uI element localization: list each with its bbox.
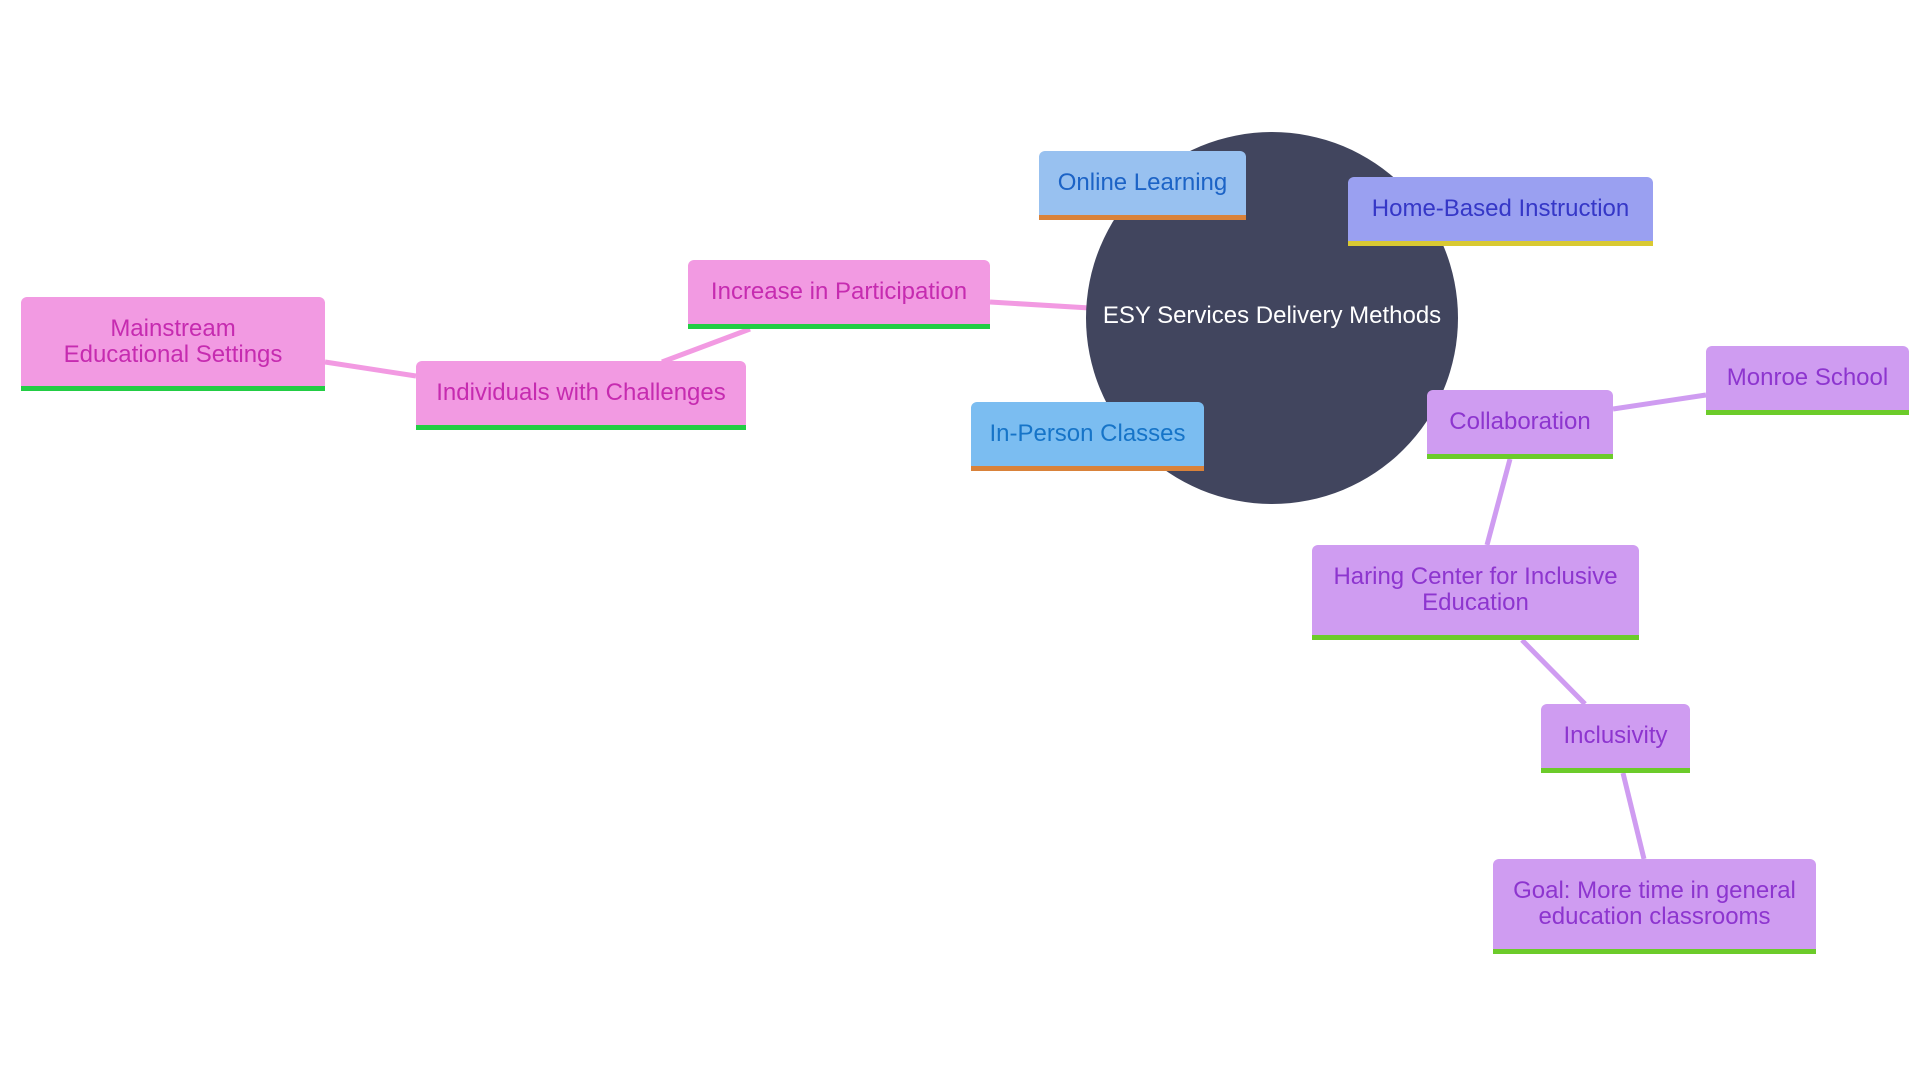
node-mainstream-educational-settings[interactable]: Mainstream Educational Settings xyxy=(21,297,325,391)
node-home-based-instruction[interactable]: Home-Based Instruction xyxy=(1348,177,1653,246)
node-label: Collaboration xyxy=(1449,408,1591,435)
node-inclusivity[interactable]: Inclusivity xyxy=(1541,704,1690,773)
node-monroe-school[interactable]: Monroe School xyxy=(1706,346,1909,415)
edge-individuals-mainstream xyxy=(324,359,417,379)
edge-inclusivity-goal xyxy=(1620,772,1647,860)
node-label: Goal: More time in general education cla… xyxy=(1513,877,1796,930)
root-label: ESY Services Delivery Methods xyxy=(1102,302,1442,329)
node-individuals-with-challenges[interactable]: Individuals with Challenges xyxy=(416,361,746,430)
node-in-person-classes[interactable]: In-Person Classes xyxy=(971,402,1204,471)
node-label: Increase in Participation xyxy=(710,278,968,305)
node-label: Monroe School xyxy=(1726,364,1889,391)
node-label: Online Learning xyxy=(1057,169,1228,196)
node-label: Mainstream Educational Settings xyxy=(63,314,283,368)
edge-haring-inclusivity xyxy=(1520,638,1587,706)
node-label: In-Person Classes xyxy=(989,420,1186,447)
node-online-learning[interactable]: Online Learning xyxy=(1039,151,1246,220)
edge-increase-individuals xyxy=(661,326,751,365)
node-increase-in-participation[interactable]: Increase in Participation xyxy=(688,260,990,329)
edge-collab-haring xyxy=(1484,458,1513,546)
node-label: Home-Based Instruction xyxy=(1371,195,1630,222)
node-label: Haring Center for Inclusive Education xyxy=(1333,563,1618,616)
node-label: Individuals with Challenges xyxy=(436,379,726,406)
edge-collab-monroe xyxy=(1612,392,1707,412)
node-goal[interactable]: Goal: More time in general education cla… xyxy=(1493,859,1816,954)
node-haring-center[interactable]: Haring Center for Inclusive Education xyxy=(1312,545,1639,640)
node-collaboration[interactable]: Collaboration xyxy=(1427,390,1613,459)
edge-root-increase xyxy=(989,299,1091,311)
node-label: Inclusivity xyxy=(1563,722,1668,749)
